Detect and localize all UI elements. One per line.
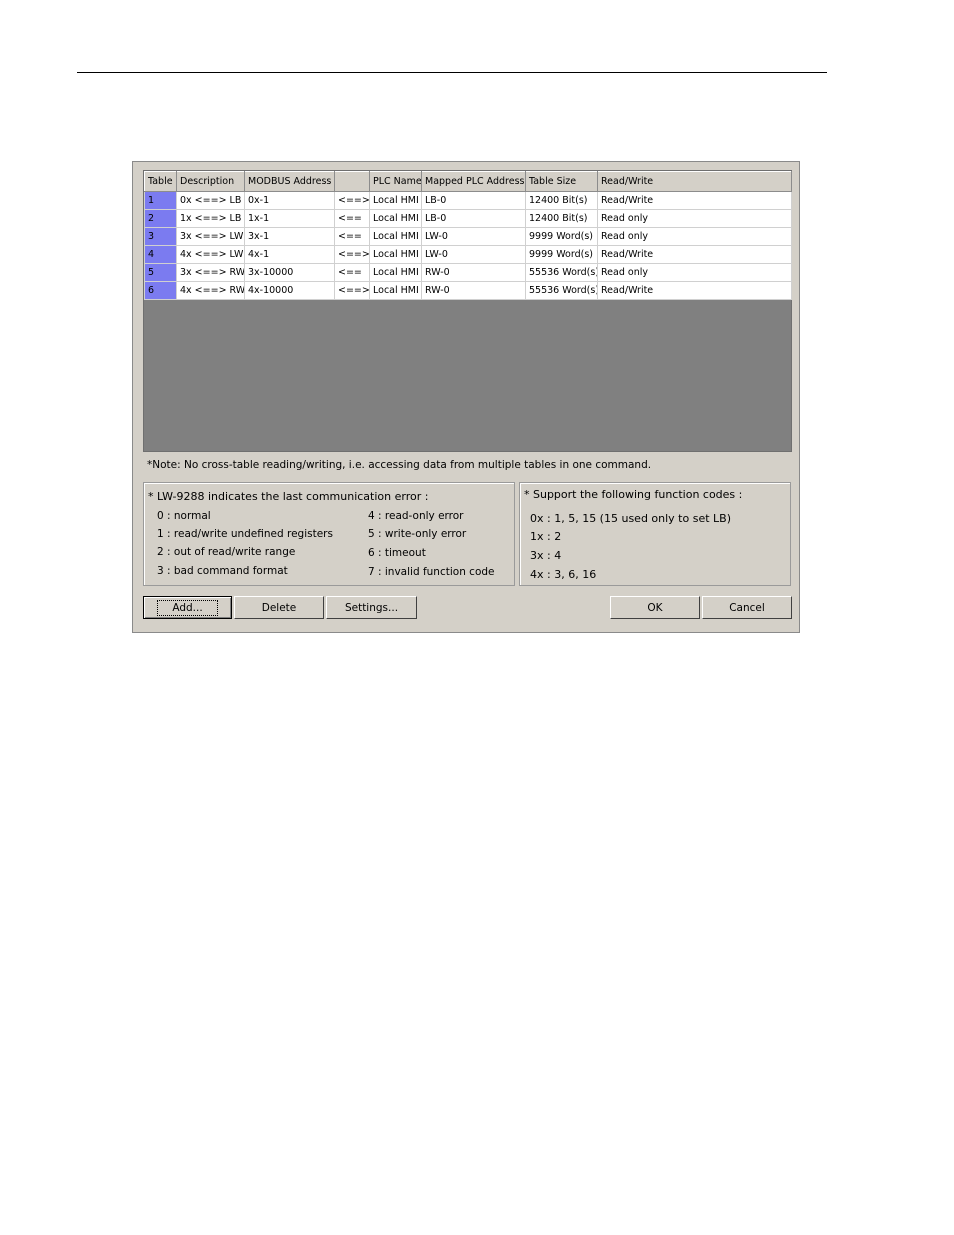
cell-direction: <==	[334, 227, 370, 246]
cell-read-write: Read/Write	[597, 281, 792, 300]
table-row[interactable]: 4 4x <==> LW 4x-1 <==> Local HMI LW-0 99…	[144, 245, 792, 264]
cell-read-write: Read/Write	[597, 191, 792, 210]
function-code-item: 4x : 3, 6, 16	[530, 568, 597, 581]
cell-read-write: Read only	[597, 263, 792, 282]
cell-plc-name: Local HMI	[369, 263, 422, 282]
cell-description: 4x <==> LW	[176, 245, 245, 264]
cell-table-index: 1	[144, 191, 177, 210]
modbus-address-mapping-dialog: Table Description MODBUS Address PLC Nam…	[132, 161, 800, 633]
cell-table-size: 9999 Word(s)	[525, 227, 598, 246]
cell-table-index: 2	[144, 209, 177, 228]
cell-table-size: 55536 Word(s)	[525, 281, 598, 300]
cell-description: 3x <==> LW	[176, 227, 245, 246]
column-header-read-write[interactable]: Read/Write	[597, 171, 792, 192]
cell-modbus-address: 0x-1	[244, 191, 335, 210]
error-code-item: 3 : bad command format	[157, 565, 288, 577]
error-codes-group: * LW-9288 indicates the last communicati…	[143, 482, 515, 586]
cell-plc-name: Local HMI	[369, 209, 422, 228]
cell-mapped-plc-address: RW-0	[421, 263, 526, 282]
cell-table-index: 4	[144, 245, 177, 264]
function-code-item: 1x : 2	[530, 530, 562, 543]
column-header-table[interactable]: Table	[144, 171, 177, 192]
table-row[interactable]: 1 0x <==> LB 0x-1 <==> Local HMI LB-0 12…	[144, 191, 792, 210]
column-header-table-size[interactable]: Table Size	[525, 171, 598, 192]
column-header-mapped-plc-address[interactable]: Mapped PLC Address	[421, 171, 526, 192]
cell-description: 3x <==> RW	[176, 263, 245, 282]
error-code-item: 1 : read/write undefined registers	[157, 528, 333, 540]
cross-table-note: *Note: No cross-table reading/writing, i…	[147, 459, 652, 471]
cell-mapped-plc-address: LB-0	[421, 209, 526, 228]
cell-description: 4x <==> RW	[176, 281, 245, 300]
column-header-direction[interactable]	[334, 171, 370, 192]
cell-description: 0x <==> LB	[176, 191, 245, 210]
cell-modbus-address: 1x-1	[244, 209, 335, 228]
cell-modbus-address: 3x-10000	[244, 263, 335, 282]
cell-mapped-plc-address: RW-0	[421, 281, 526, 300]
column-header-modbus-address[interactable]: MODBUS Address	[244, 171, 335, 192]
add-button[interactable]: Add...	[143, 596, 232, 619]
error-code-item: 5 : write-only error	[368, 528, 467, 540]
page-header-rule	[77, 72, 827, 73]
ok-button[interactable]: OK	[610, 596, 700, 619]
error-code-item: 7 : invalid function code	[368, 566, 495, 578]
cell-table-index: 3	[144, 227, 177, 246]
function-code-item: 3x : 4	[530, 549, 562, 562]
cell-plc-name: Local HMI	[369, 281, 422, 300]
error-code-item: 0 : normal	[157, 510, 211, 522]
cell-table-index: 6	[144, 281, 177, 300]
cancel-button[interactable]: Cancel	[702, 596, 792, 619]
cell-table-index: 5	[144, 263, 177, 282]
cell-mapped-plc-address: LW-0	[421, 245, 526, 264]
cell-table-size: 9999 Word(s)	[525, 245, 598, 264]
table-row[interactable]: 5 3x <==> RW 3x-10000 <== Local HMI RW-0…	[144, 263, 792, 282]
mapping-table: Table Description MODBUS Address PLC Nam…	[144, 171, 792, 300]
cell-table-size: 12400 Bit(s)	[525, 209, 598, 228]
cell-mapped-plc-address: LW-0	[421, 227, 526, 246]
error-code-item: 6 : timeout	[368, 547, 426, 559]
table-row[interactable]: 6 4x <==> RW 4x-10000 <==> Local HMI RW-…	[144, 281, 792, 300]
cell-table-size: 12400 Bit(s)	[525, 191, 598, 210]
cell-read-write: Read only	[597, 209, 792, 228]
table-header-row: Table Description MODBUS Address PLC Nam…	[144, 171, 792, 192]
cell-modbus-address: 4x-1	[244, 245, 335, 264]
cell-plc-name: Local HMI	[369, 245, 422, 264]
delete-button[interactable]: Delete	[234, 596, 324, 619]
error-code-item: 4 : read-only error	[368, 510, 464, 522]
cell-description: 1x <==> LB	[176, 209, 245, 228]
cell-direction: <==>	[334, 245, 370, 264]
cell-table-size: 55536 Word(s)	[525, 263, 598, 282]
cell-direction: <==>	[334, 281, 370, 300]
add-button-label: Add...	[157, 599, 218, 616]
cell-direction: <==	[334, 209, 370, 228]
cell-read-write: Read only	[597, 227, 792, 246]
error-codes-title: * LW-9288 indicates the last communicati…	[148, 490, 429, 503]
column-header-plc-name[interactable]: PLC Name	[369, 171, 422, 192]
mapping-table-panel: Table Description MODBUS Address PLC Nam…	[143, 170, 792, 452]
settings-button[interactable]: Settings...	[326, 596, 417, 619]
cell-direction: <==	[334, 263, 370, 282]
cell-plc-name: Local HMI	[369, 227, 422, 246]
cell-read-write: Read/Write	[597, 245, 792, 264]
function-codes-group: * Support the following function codes :…	[519, 482, 791, 586]
cell-modbus-address: 4x-10000	[244, 281, 335, 300]
cell-mapped-plc-address: LB-0	[421, 191, 526, 210]
function-code-item: 0x : 1, 5, 15 (15 used only to set LB)	[530, 512, 731, 525]
cell-plc-name: Local HMI	[369, 191, 422, 210]
error-code-item: 2 : out of read/write range	[157, 546, 296, 558]
column-header-description[interactable]: Description	[176, 171, 245, 192]
function-codes-title: * Support the following function codes :	[524, 488, 743, 501]
cell-direction: <==>	[334, 191, 370, 210]
table-row[interactable]: 3 3x <==> LW 3x-1 <== Local HMI LW-0 999…	[144, 227, 792, 246]
cell-modbus-address: 3x-1	[244, 227, 335, 246]
table-row[interactable]: 2 1x <==> LB 1x-1 <== Local HMI LB-0 124…	[144, 209, 792, 228]
